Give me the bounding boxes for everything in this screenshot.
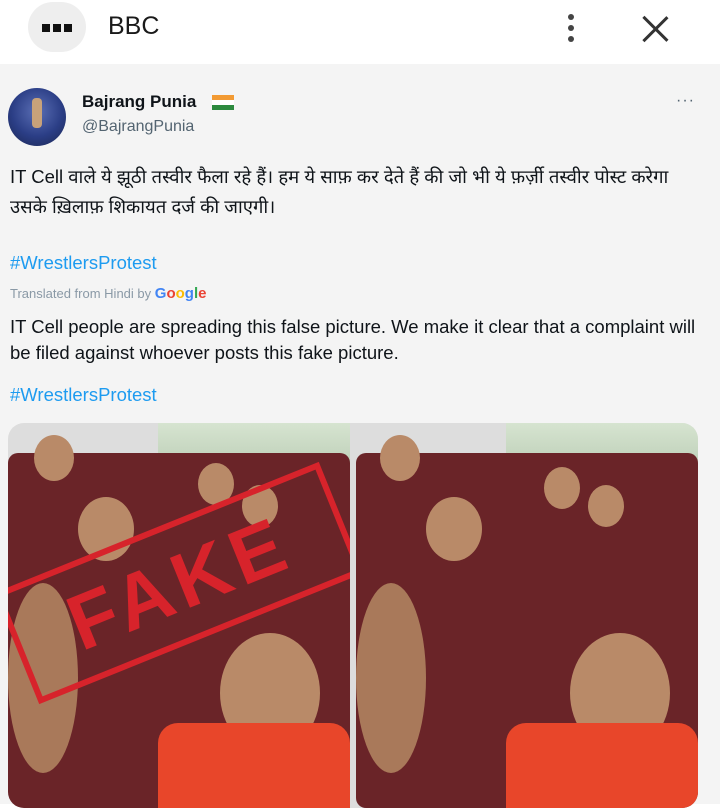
grid-dots-icon[interactable] bbox=[28, 2, 86, 52]
fake-photo[interactable]: FAKE bbox=[8, 423, 350, 808]
author-name[interactable]: Bajrang Punia bbox=[82, 92, 196, 112]
vertical-dots-icon[interactable] bbox=[560, 12, 582, 44]
tweet-media[interactable]: FAKE bbox=[8, 423, 698, 808]
original-photo[interactable] bbox=[356, 423, 698, 808]
author-handle[interactable]: @BajrangPunia bbox=[82, 118, 194, 136]
browser-top-bar: BBC bbox=[0, 0, 720, 56]
tweet-text-hindi: IT Cell वाले ये झूठी तस्वीर फैला रहे हैं… bbox=[10, 166, 669, 217]
hashtag-link[interactable]: #WrestlersProtest bbox=[10, 252, 157, 274]
red-shirt bbox=[506, 723, 698, 808]
red-shirt bbox=[158, 723, 350, 808]
tweet-text-english: IT Cell people are spreading this false … bbox=[10, 316, 696, 363]
more-options-icon[interactable]: ··· bbox=[676, 92, 695, 110]
translation-attribution: Translated from Hindi by Google bbox=[10, 285, 206, 302]
india-flag-icon bbox=[212, 95, 234, 110]
person bbox=[588, 485, 624, 527]
hashtag-link-english[interactable]: #WrestlersProtest bbox=[10, 384, 157, 406]
person bbox=[356, 583, 426, 773]
person bbox=[380, 435, 420, 481]
translated-label: Translated from Hindi by bbox=[10, 286, 152, 301]
person bbox=[34, 435, 74, 481]
avatar[interactable] bbox=[8, 88, 66, 146]
person bbox=[544, 467, 580, 509]
google-logo: Google bbox=[154, 285, 207, 302]
page-title: BBC bbox=[108, 12, 160, 40]
close-icon[interactable] bbox=[641, 14, 671, 44]
tweet-card: Bajrang Punia @BajrangPunia ··· IT Cell … bbox=[0, 64, 720, 808]
person bbox=[426, 497, 482, 561]
